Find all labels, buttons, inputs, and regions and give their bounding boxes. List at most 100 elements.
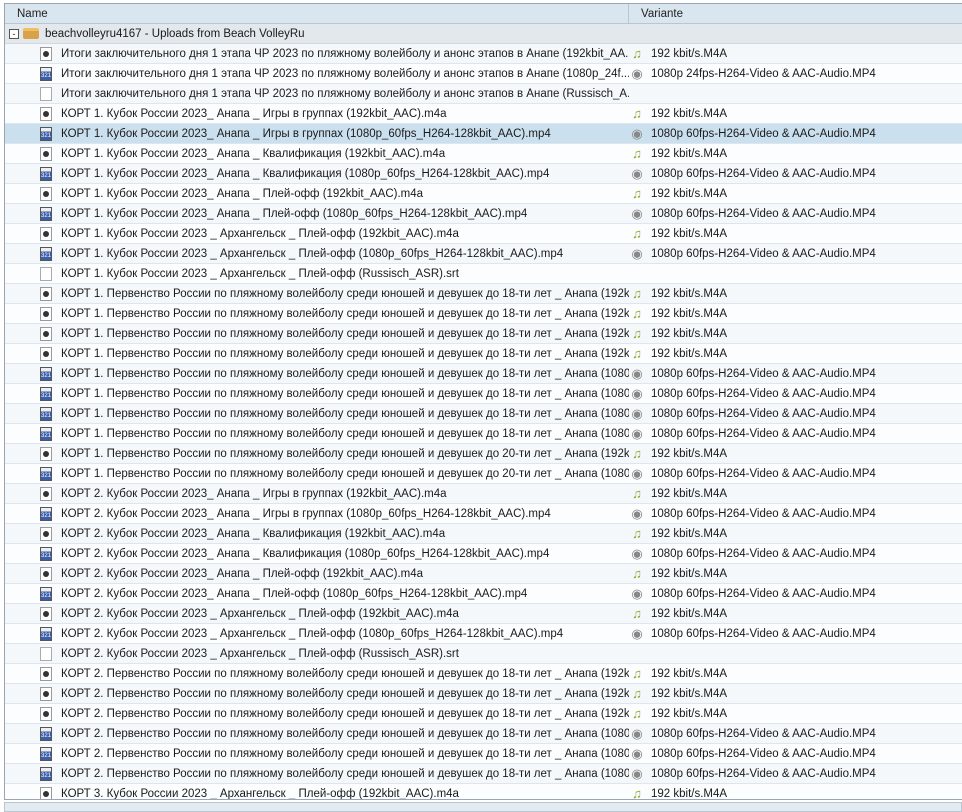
- group-row[interactable]: - beachvolleyru4167 - Uploads from Beach…: [5, 24, 962, 44]
- file-row[interactable]: КОРТ 2. Кубок России 2023_ Анапа _ Квали…: [5, 544, 962, 564]
- file-rows: Итоги заключительного дня 1 этапа ЧР 202…: [5, 44, 962, 800]
- file-name: КОРТ 2. Первенство России по пляжному во…: [61, 727, 629, 740]
- audio-file-icon: [40, 446, 52, 461]
- variant-cell: ◉ 1080p 60fps-H264-Video & AAC-Audio.MP4: [629, 365, 876, 381]
- variant-label: 1080p 60fps-H264-Video & AAC-Audio.MP4: [651, 627, 876, 640]
- file-row[interactable]: КОРТ 1. Кубок России 2023_ Анапа _ Квали…: [5, 144, 962, 164]
- file-row[interactable]: КОРТ 2. Кубок России 2023_ Анапа _ Квали…: [5, 524, 962, 544]
- file-row[interactable]: КОРТ 1. Первенство России по пляжному во…: [5, 344, 962, 364]
- file-row[interactable]: КОРТ 1. Кубок России 2023 _ Архангельск …: [5, 224, 962, 244]
- variant-cell: ♫ 192 kbit/s.M4A: [629, 226, 727, 241]
- variant-label: 192 kbit/s.M4A: [651, 147, 728, 160]
- file-row[interactable]: КОРТ 1. Кубок России 2023 _ Архангельск …: [5, 244, 962, 264]
- file-name: КОРТ 2. Первенство России по пляжному во…: [61, 707, 629, 720]
- music-note-icon: ♫: [632, 525, 642, 541]
- file-name: КОРТ 3. Кубок России 2023 _ Архангельск …: [61, 787, 459, 800]
- file-row[interactable]: КОРТ 2. Первенство России по пляжному во…: [5, 724, 962, 744]
- video-file-icon: [40, 206, 52, 221]
- variant-cell: ♫ 192 kbit/s.M4A: [629, 686, 727, 701]
- file-row[interactable]: КОРТ 1. Первенство России по пляжному во…: [5, 424, 962, 444]
- variant-cell: ♫ 192 kbit/s.M4A: [629, 106, 727, 121]
- file-row[interactable]: КОРТ 1. Кубок России 2023_ Анапа _ Квали…: [5, 164, 962, 184]
- variant-label: 1080p 60fps-H264-Video & AAC-Audio.MP4: [651, 747, 876, 760]
- file-row[interactable]: КОРТ 1. Первенство России по пляжному во…: [5, 464, 962, 484]
- file-row[interactable]: КОРТ 1. Первенство России по пляжному во…: [5, 284, 962, 304]
- file-row[interactable]: КОРТ 1. Кубок России 2023 _ Архангельск …: [5, 264, 962, 284]
- film-reel-icon: ◉: [631, 385, 643, 401]
- file-row[interactable]: КОРТ 2. Кубок России 2023 _ Архангельск …: [5, 604, 962, 624]
- file-row[interactable]: КОРТ 2. Первенство России по пляжному во…: [5, 664, 962, 684]
- file-row[interactable]: КОРТ 2. Кубок России 2023_ Анапа _ Плей-…: [5, 564, 962, 584]
- name-cell: КОРТ 1. Первенство России по пляжному во…: [5, 386, 629, 401]
- variant-cell: ◉ 1080p 60fps-H264-Video & AAC-Audio.MP4: [629, 626, 876, 641]
- file-name: КОРТ 1. Первенство России по пляжному во…: [61, 387, 629, 400]
- file-row[interactable]: КОРТ 1. Кубок России 2023_ Анапа _ Плей-…: [5, 184, 962, 204]
- horizontal-scrollbar[interactable]: [4, 802, 962, 812]
- variant-label: 1080p 60fps-H264-Video & AAC-Audio.MP4: [651, 167, 876, 180]
- name-cell: КОРТ 2. Первенство России по пляжному во…: [5, 666, 629, 681]
- file-name: КОРТ 2. Кубок России 2023_ Анапа _ Плей-…: [61, 567, 424, 580]
- collapse-toggle[interactable]: -: [9, 28, 19, 39]
- file-name: КОРТ 1. Первенство России по пляжному во…: [61, 307, 629, 320]
- variant-label: 1080p 60fps-H264-Video & AAC-Audio.MP4: [651, 587, 876, 600]
- file-row[interactable]: КОРТ 2. Первенство России по пляжному во…: [5, 704, 962, 724]
- file-name: Итоги заключительного дня 1 этапа ЧР 202…: [61, 67, 629, 80]
- name-cell: КОРТ 1. Первенство России по пляжному во…: [5, 426, 629, 441]
- file-name: Итоги заключительного дня 1 этапа ЧР 202…: [61, 87, 629, 100]
- variant-cell: ◉ 1080p 60fps-H264-Video & AAC-Audio.MP4: [629, 765, 876, 781]
- file-row[interactable]: КОРТ 2. Кубок России 2023 _ Архангельск …: [5, 624, 962, 644]
- audio-file-icon: [40, 486, 52, 501]
- file-row[interactable]: КОРТ 1. Первенство России по пляжному во…: [5, 304, 962, 324]
- video-file-icon: [40, 726, 52, 741]
- film-reel-icon: ◉: [631, 725, 643, 741]
- video-file-icon: [40, 746, 52, 761]
- file-row[interactable]: КОРТ 1. Кубок России 2023_ Анапа _ Игры …: [5, 104, 962, 124]
- film-reel-icon: ◉: [631, 465, 643, 481]
- file-row[interactable]: КОРТ 1. Первенство России по пляжному во…: [5, 324, 962, 344]
- file-row[interactable]: КОРТ 2. Кубок России 2023 _ Архангельск …: [5, 644, 962, 664]
- file-row[interactable]: КОРТ 1. Первенство России по пляжному во…: [5, 384, 962, 404]
- column-variant-header[interactable]: Variante: [629, 4, 683, 23]
- video-file-icon: [40, 466, 52, 481]
- file-row[interactable]: КОРТ 2. Первенство России по пляжному во…: [5, 744, 962, 764]
- file-name: Итоги заключительного дня 1 этапа ЧР 202…: [61, 47, 629, 60]
- name-cell: КОРТ 1. Кубок России 2023_ Анапа _ Плей-…: [5, 186, 629, 201]
- file-row[interactable]: КОРТ 1. Кубок России 2023_ Анапа _ Игры …: [5, 124, 962, 144]
- file-row[interactable]: КОРТ 2. Кубок России 2023_ Анапа _ Плей-…: [5, 584, 962, 604]
- file-row[interactable]: КОРТ 1. Кубок России 2023_ Анапа _ Плей-…: [5, 204, 962, 224]
- file-row[interactable]: Итоги заключительного дня 1 этапа ЧР 202…: [5, 44, 962, 64]
- download-list: Name Variante - beachvolleyru4167 - Uplo…: [4, 3, 962, 800]
- music-note-icon: ♫: [632, 785, 642, 800]
- file-name: КОРТ 1. Кубок России 2023_ Анапа _ Игры …: [61, 127, 551, 140]
- music-note-icon: ♫: [632, 605, 642, 621]
- file-row[interactable]: КОРТ 1. Первенство России по пляжному во…: [5, 404, 962, 424]
- name-cell: КОРТ 2. Первенство России по пляжному во…: [5, 706, 629, 721]
- file-row[interactable]: КОРТ 2. Первенство России по пляжному во…: [5, 764, 962, 784]
- variant-cell: ♫ 192 kbit/s.M4A: [629, 306, 727, 321]
- text-file-icon: [40, 266, 52, 281]
- name-cell: Итоги заключительного дня 1 этапа ЧР 202…: [5, 46, 629, 61]
- film-reel-icon: ◉: [631, 365, 643, 381]
- name-cell: КОРТ 2. Кубок России 2023_ Анапа _ Плей-…: [5, 586, 629, 601]
- file-row[interactable]: Итоги заключительного дня 1 этапа ЧР 202…: [5, 84, 962, 104]
- variant-label: 1080p 60fps-H264-Video & AAC-Audio.MP4: [651, 407, 876, 420]
- audio-file-icon: [40, 146, 52, 161]
- film-reel-icon: ◉: [631, 405, 643, 421]
- film-reel-icon: ◉: [631, 765, 643, 781]
- name-cell: КОРТ 2. Кубок России 2023 _ Архангельск …: [5, 626, 629, 641]
- variant-cell: ♫ 192 kbit/s.M4A: [629, 666, 727, 681]
- variant-cell: ◉ 1080p 60fps-H264-Video & AAC-Audio.MP4: [629, 166, 876, 181]
- file-row[interactable]: КОРТ 1. Первенство России по пляжному во…: [5, 444, 962, 464]
- video-file-icon: [40, 586, 52, 601]
- variant-cell: ◉ 1080p 60fps-H264-Video & AAC-Audio.MP4: [629, 725, 876, 741]
- column-name-header[interactable]: Name: [5, 4, 629, 23]
- file-row[interactable]: КОРТ 2. Кубок России 2023_ Анапа _ Игры …: [5, 484, 962, 504]
- file-row[interactable]: КОРТ 1. Первенство России по пляжному во…: [5, 364, 962, 384]
- file-row[interactable]: КОРТ 2. Первенство России по пляжному во…: [5, 684, 962, 704]
- music-note-icon: ♫: [632, 145, 642, 161]
- variant-cell: ◉ 1080p 60fps-H264-Video & AAC-Audio.MP4: [629, 465, 876, 481]
- file-row[interactable]: КОРТ 3. Кубок России 2023 _ Архангельск …: [5, 784, 962, 800]
- file-row[interactable]: КОРТ 2. Кубок России 2023_ Анапа _ Игры …: [5, 504, 962, 524]
- file-row[interactable]: Итоги заключительного дня 1 этапа ЧР 202…: [5, 64, 962, 84]
- video-file-icon: [40, 126, 52, 141]
